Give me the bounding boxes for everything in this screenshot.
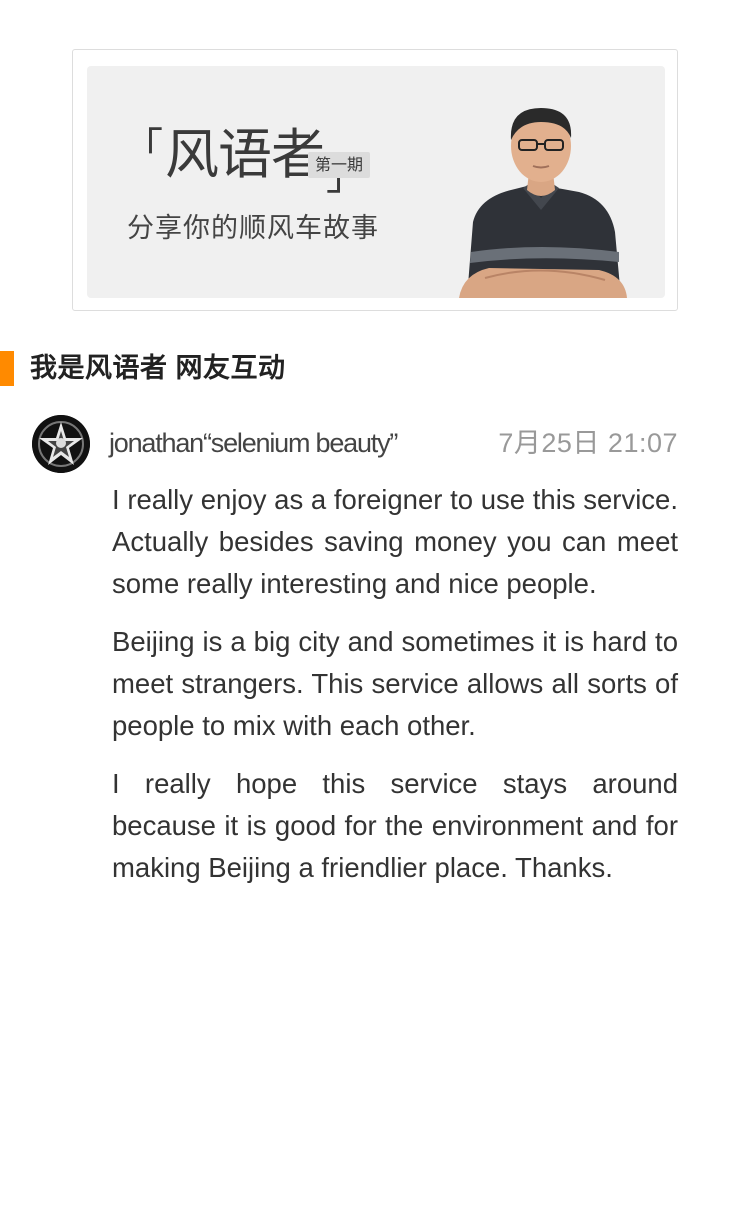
comment-body: I really enjoy as a foreigner to use thi… xyxy=(112,479,678,905)
comment-paragraph: Beijing is a big city and sometimes it i… xyxy=(112,626,678,741)
comment-timestamp: 7月25日 21:07 xyxy=(498,428,678,458)
comment-author[interactable]: jonathan“selenium beauty” xyxy=(109,425,398,461)
issue-badge: 第一期 xyxy=(308,152,371,178)
banner-subtitle: 分享你的顺风车故事 xyxy=(127,213,379,244)
avatar[interactable] xyxy=(32,415,90,473)
section-title: 我是风语者 网友互动 xyxy=(30,353,286,383)
banner-title: 风语者 xyxy=(165,123,325,186)
banner-image: 「 风语者 」 第一期 分享你的顺风车故事 xyxy=(87,66,665,298)
comment-paragraph: I really hope this service stays around … xyxy=(112,768,678,883)
banner-title-bracket-left: 「 xyxy=(123,125,163,171)
banner-card[interactable]: 「 风语者 」 第一期 分享你的顺风车故事 xyxy=(72,49,678,311)
avatar-star-icon xyxy=(32,415,90,473)
comment-paragraph: I really enjoy as a foreigner to use thi… xyxy=(112,484,678,599)
section-accent-bar xyxy=(0,351,14,386)
host-portrait xyxy=(459,108,627,298)
